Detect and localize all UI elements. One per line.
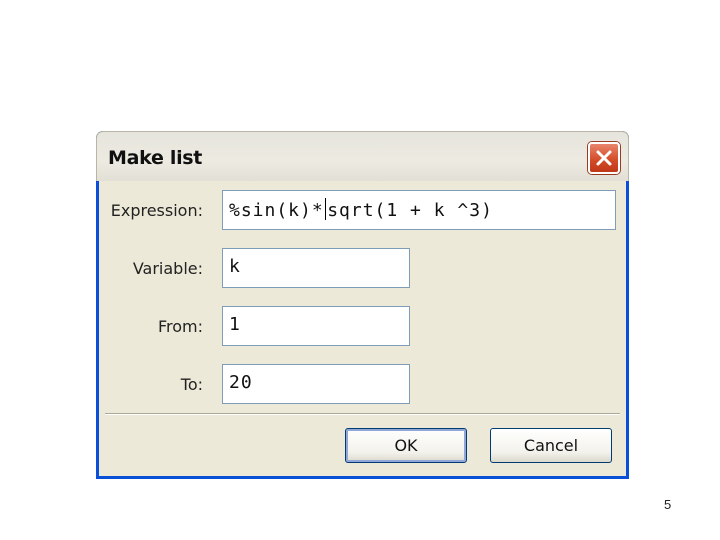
close-button[interactable] — [588, 142, 620, 174]
dialog-title: Make list — [108, 147, 203, 169]
expression-text-after-caret: sqrt(1 + k ^3) — [327, 200, 493, 221]
separator — [105, 413, 620, 415]
make-list-dialog: Make list Expression: %sin(k)* sqrt(1 + k… — [96, 131, 629, 479]
from-label: From: — [157, 317, 203, 336]
ok-button[interactable]: OK — [345, 428, 467, 463]
page-number: 5 — [664, 497, 672, 512]
text-caret — [324, 198, 327, 220]
dialog-body: Expression: %sin(k)* sqrt(1 + k ^3) Varia… — [99, 181, 626, 476]
close-icon — [596, 150, 612, 166]
expression-label: Expression: — [110, 201, 203, 220]
from-input[interactable]: 1 — [222, 306, 410, 346]
to-label: To: — [180, 375, 203, 394]
variable-input[interactable]: k — [222, 248, 410, 288]
expression-text-before-caret: %sin(k)* — [229, 200, 324, 221]
title-bar[interactable]: Make list — [96, 131, 629, 181]
to-input[interactable]: 20 — [222, 364, 410, 404]
cancel-button[interactable]: Cancel — [490, 428, 612, 463]
variable-label: Variable: — [132, 259, 203, 278]
expression-input[interactable]: %sin(k)* sqrt(1 + k ^3) — [222, 190, 616, 230]
